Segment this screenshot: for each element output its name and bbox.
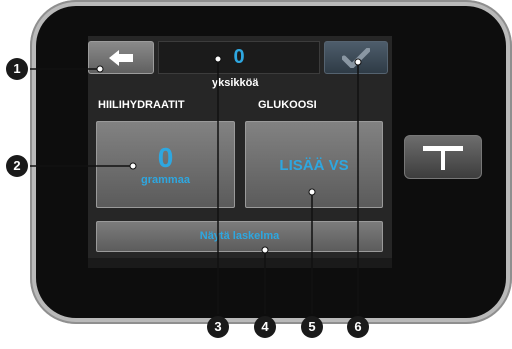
callout-5: 5 [301,316,323,338]
callout-1: 1 [6,58,28,80]
callout-lines [30,55,362,314]
callout-2: 2 [6,155,28,177]
callout-3: 3 [207,316,229,338]
callout-4: 4 [254,316,276,338]
callout-6: 6 [347,316,369,338]
